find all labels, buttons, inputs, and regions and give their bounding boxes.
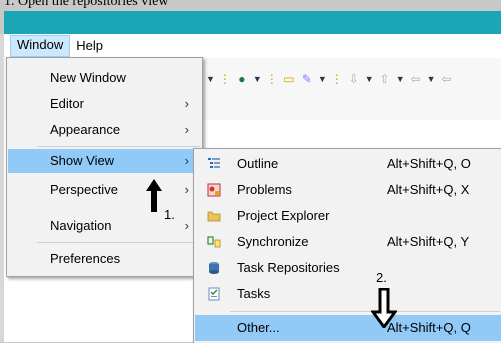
menu-item-label: Show View: [50, 153, 115, 168]
submenu-arrow-icon: ›: [184, 122, 189, 137]
tasks-icon: [206, 286, 222, 302]
menu-item-editor[interactable]: Editor ›: [8, 92, 201, 116]
shortcut-label: Alt+Shift+Q, Y: [387, 234, 470, 249]
submenu-item-label: Task Repositories: [237, 260, 340, 275]
menu-item-label: Navigation: [50, 218, 112, 233]
next-annotation-icon[interactable]: ⇩: [347, 72, 361, 86]
dropdown-arrow-icon[interactable]: ▼: [253, 74, 262, 84]
synchronize-icon: [206, 234, 222, 250]
menu-separator: [37, 146, 200, 147]
task-repositories-icon: [206, 260, 222, 276]
shortcut-label: Alt+Shift+Q, X: [387, 182, 470, 197]
submenu-item-label: Outline: [237, 156, 279, 171]
menu-item-appearance[interactable]: Appearance ›: [8, 118, 201, 142]
project-explorer-icon: [206, 208, 222, 224]
menu-window[interactable]: Window: [10, 35, 71, 57]
submenu-item-project-explorer[interactable]: Project Explorer: [195, 203, 501, 229]
forward-icon[interactable]: ⇦: [440, 72, 454, 86]
menu-item-perspective[interactable]: Perspective ›: [8, 178, 201, 202]
problems-icon: [206, 182, 222, 198]
submenu-item-task-repositories[interactable]: Task Repositories: [195, 255, 501, 281]
dropdown-arrow-icon[interactable]: ▼: [318, 74, 327, 84]
menu-item-preferences[interactable]: Preferences: [8, 247, 201, 271]
toolbar-separator: ⋮: [218, 72, 231, 86]
submenu-item-tasks[interactable]: Tasks: [195, 281, 501, 307]
new-server-icon[interactable]: ●: [235, 72, 249, 86]
dropdown-arrow-icon[interactable]: ▼: [206, 74, 215, 84]
annotation-step-2: 2.: [376, 270, 387, 285]
toolbar-separator: ⋮: [265, 72, 278, 86]
menu-item-label: New Window: [50, 70, 126, 85]
submenu-item-label: Other...: [237, 320, 280, 335]
submenu-arrow-icon: ›: [184, 218, 189, 233]
submenu-arrow-icon: ›: [184, 153, 189, 168]
submenu-item-synchronize[interactable]: Synchronize Alt+Shift+Q, Y: [195, 229, 501, 255]
menu-help[interactable]: Help: [70, 36, 109, 56]
main-toolbar: ▼ ⋮ ● ▼ ⋮ ▭ ✎ ▼ ⋮ ⇩ ▼ ⇧ ▼ ⇦ ▼ ⇦: [206, 68, 454, 90]
submenu-item-label: Project Explorer: [237, 208, 330, 223]
shortcut-label: Alt+Shift+Q, O: [387, 156, 471, 171]
outline-icon: [206, 156, 222, 172]
submenu-item-outline[interactable]: Outline Alt+Shift+Q, O: [195, 151, 501, 177]
menu-item-show-view[interactable]: Show View ›: [8, 149, 201, 173]
window-menu-dropdown: New Window Editor › Appearance › Show Vi…: [6, 57, 203, 277]
menu-item-label: Appearance: [50, 122, 121, 137]
toolbar-separator: ⋮: [330, 72, 343, 86]
menu-item-label: Preferences: [50, 251, 121, 266]
open-folder-icon[interactable]: ▭: [282, 72, 296, 86]
submenu-arrow-icon: ›: [184, 182, 189, 197]
menu-item-label: Perspective: [50, 182, 118, 197]
submenu-item-label: Synchronize: [237, 234, 309, 249]
annotation-arrow-up-icon: [146, 179, 162, 212]
pen-icon[interactable]: ✎: [300, 72, 314, 86]
step-caption: 1. Open the repositories view: [4, 0, 169, 9]
menu-bar: Window Help: [4, 34, 501, 58]
submenu-item-label: Tasks: [237, 286, 271, 301]
dropdown-arrow-icon[interactable]: ▼: [365, 74, 374, 84]
annotation-arrow-down-icon: [371, 288, 397, 328]
window-title-bar: [4, 11, 501, 34]
show-view-submenu: Outline Alt+Shift+Q, O Problems Alt+Shif…: [193, 148, 501, 343]
menu-separator: [230, 311, 500, 312]
dropdown-arrow-icon[interactable]: ▼: [396, 74, 405, 84]
dropdown-arrow-icon[interactable]: ▼: [427, 74, 436, 84]
back-icon[interactable]: ⇦: [409, 72, 423, 86]
submenu-arrow-icon: ›: [184, 96, 189, 111]
menu-item-new-window[interactable]: New Window: [8, 66, 201, 90]
submenu-item-problems[interactable]: Problems Alt+Shift+Q, X: [195, 177, 501, 203]
menu-separator: [37, 242, 200, 243]
shortcut-label: Alt+Shift+Q, Q: [387, 320, 471, 335]
annotation-step-1: 1.: [164, 207, 175, 222]
submenu-item-other[interactable]: Other... Alt+Shift+Q, Q: [195, 315, 501, 341]
prev-annotation-icon[interactable]: ⇧: [378, 72, 392, 86]
submenu-item-label: Problems: [237, 182, 292, 197]
menu-item-label: Editor: [50, 96, 84, 111]
